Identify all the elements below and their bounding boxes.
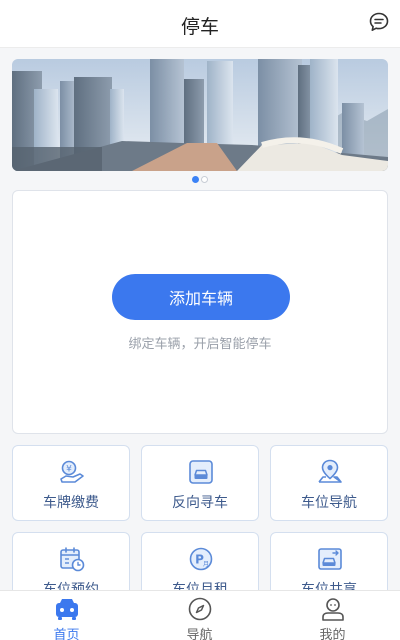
banner-pagination bbox=[0, 176, 400, 184]
share-space-icon bbox=[318, 548, 342, 570]
service-plate-payment[interactable]: ¥ 车牌缴费 bbox=[12, 445, 130, 521]
service-find-car[interactable]: 反向寻车 bbox=[141, 445, 259, 521]
tab-navigation[interactable]: 导航 bbox=[133, 591, 266, 640]
service-label: 车位共享 bbox=[301, 582, 357, 590]
vehicle-card: 添加车辆 绑定车辆，开启智能停车 bbox=[12, 190, 388, 434]
pagination-dot-active[interactable] bbox=[192, 176, 199, 183]
bottom-tab-bar: 首页 导航 我的 bbox=[0, 590, 400, 640]
compass-icon bbox=[188, 597, 212, 621]
pagination-dot[interactable] bbox=[201, 176, 208, 183]
service-space-reservation[interactable]: 车位预约 bbox=[12, 532, 130, 590]
city-skyline-banner bbox=[12, 59, 388, 171]
find-car-icon bbox=[189, 460, 213, 484]
service-label: 车位月租 bbox=[172, 582, 228, 590]
svg-text:月: 月 bbox=[203, 561, 209, 568]
tab-label: 我的 bbox=[319, 628, 346, 640]
service-label: 车位预约 bbox=[43, 582, 99, 590]
page-title: 停车 bbox=[180, 16, 219, 38]
banner-carousel[interactable] bbox=[12, 59, 388, 171]
tab-mine[interactable]: 我的 bbox=[266, 591, 399, 640]
service-space-share[interactable]: 车位共享 bbox=[270, 532, 388, 590]
plate-payment-icon: ¥ bbox=[60, 460, 84, 483]
chat-bubble-icon[interactable] bbox=[368, 11, 390, 33]
calendar-clock-icon bbox=[60, 547, 85, 572]
top-bar: 停车 bbox=[0, 0, 400, 48]
svg-text:¥: ¥ bbox=[66, 465, 72, 475]
tab-label: 导航 bbox=[186, 628, 213, 640]
location-pin-icon bbox=[318, 459, 342, 483]
service-label: 车牌缴费 bbox=[43, 495, 99, 511]
vehicle-hint-text: 绑定车辆，开启智能停车 bbox=[128, 337, 272, 352]
service-monthly-rent[interactable]: P 月 车位月租 bbox=[141, 532, 259, 590]
tab-label: 首页 bbox=[53, 628, 80, 640]
service-space-navigation[interactable]: 车位导航 bbox=[270, 445, 388, 521]
service-grid: ¥ 车牌缴费 反向寻车 车位导航 车位预约 P 月 车位月租 车位共享 bbox=[0, 440, 400, 590]
parking-monthly-icon: P 月 bbox=[189, 547, 213, 571]
home-car-icon bbox=[56, 599, 78, 620]
user-icon bbox=[322, 598, 344, 621]
tab-home[interactable]: 首页 bbox=[0, 591, 133, 640]
service-label: 反向寻车 bbox=[172, 495, 228, 511]
add-vehicle-button[interactable]: 添加车辆 bbox=[112, 274, 290, 320]
service-label: 车位导航 bbox=[301, 495, 357, 511]
